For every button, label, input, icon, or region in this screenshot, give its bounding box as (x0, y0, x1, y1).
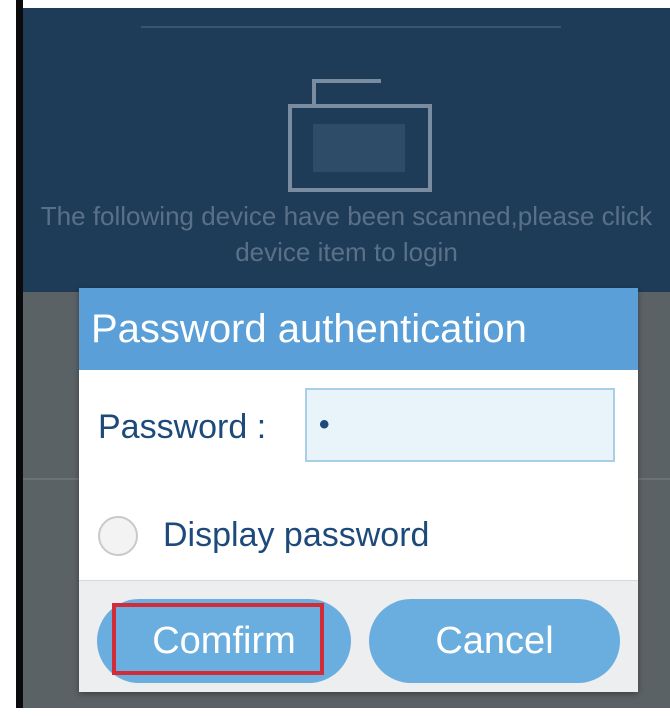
scan-message: The following device have been scanned,p… (40, 201, 653, 267)
app-screen: The following device have been scanned,p… (23, 8, 670, 716)
dialog-title: Password authentication (79, 288, 638, 370)
password-dialog: Password authentication Password : Displ… (79, 288, 638, 692)
left-edge (16, 0, 23, 716)
display-password-label: Display password (163, 516, 430, 554)
device-icon (288, 79, 432, 192)
password-label: Password : (98, 408, 267, 446)
password-input[interactable] (305, 388, 615, 462)
confirm-button[interactable]: Comfirm (97, 599, 351, 683)
display-password-option[interactable]: Display password (79, 508, 638, 568)
cancel-button[interactable]: Cancel (369, 599, 620, 683)
scan-header: The following device have been scanned,p… (23, 8, 670, 292)
display-password-radio[interactable] (98, 516, 138, 556)
bottom-strip (0, 708, 670, 716)
button-bar: Comfirm Cancel (79, 580, 638, 692)
password-row: Password : (79, 388, 638, 468)
divider (141, 26, 561, 28)
